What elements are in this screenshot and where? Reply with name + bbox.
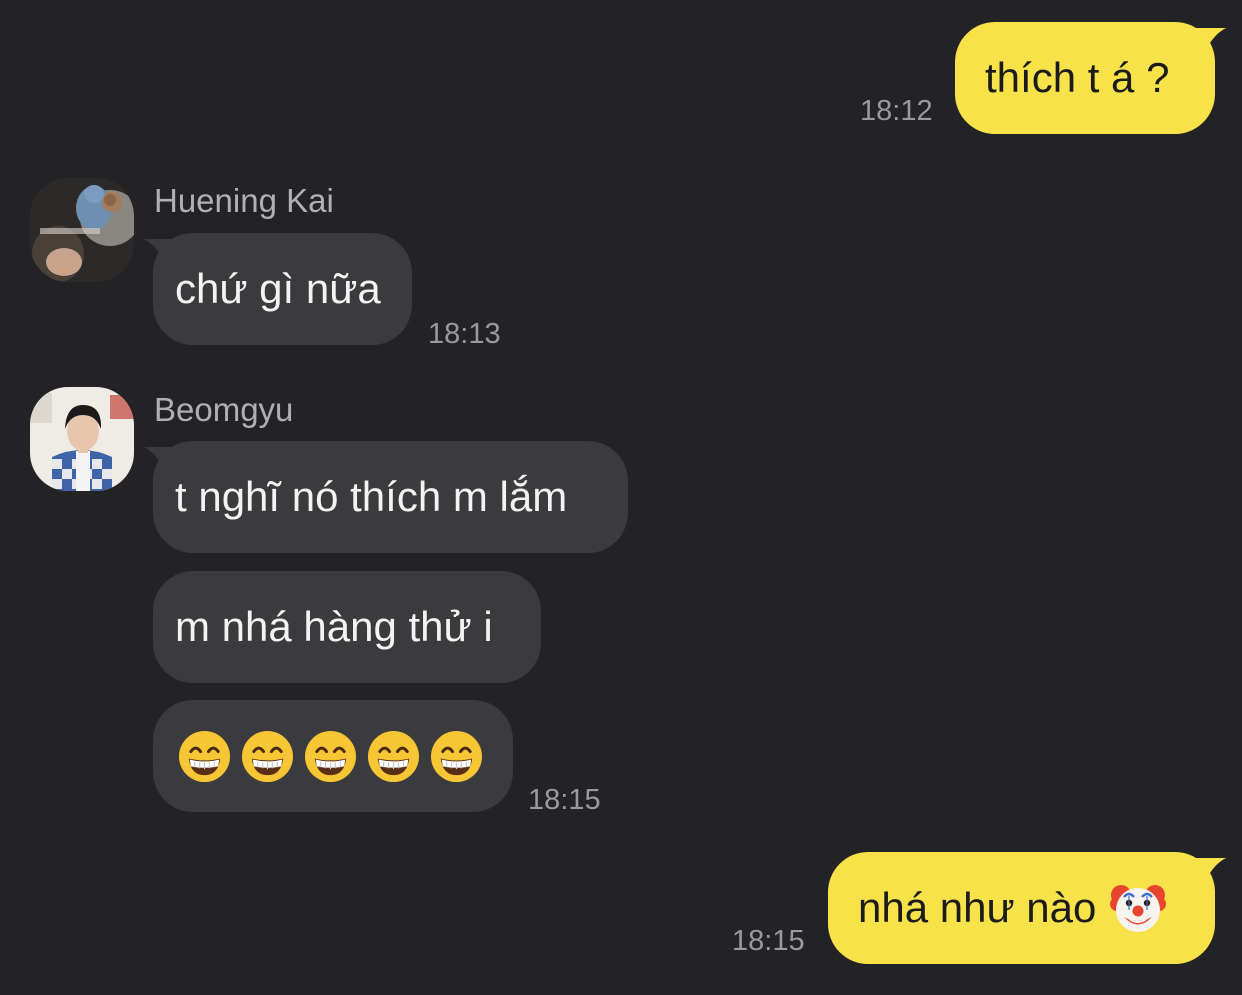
message-text: nhá như nào [858,884,1097,931]
grinning-face-with-smiling-eyes-icon [178,730,231,782]
grinning-face-with-smiling-eyes-icon [430,730,483,782]
outgoing-message-bubble[interactable]: thích t á ? [955,22,1215,134]
avatar-huening-kai[interactable] [30,178,134,282]
message-text: thích t á ? [985,54,1170,101]
bubble-tail [1196,28,1226,50]
grinning-face-with-smiling-eyes-icon [304,730,357,782]
emoji-row [178,730,483,783]
message-timestamp: 18:12 [860,95,933,127]
message-timestamp: 18:15 [528,784,601,816]
outgoing-message-bubble[interactable]: nhá như nào [828,852,1215,964]
avatar-beomgyu[interactable] [30,387,134,491]
bubble-tail [144,447,174,469]
incoming-message-bubble[interactable]: chứ gì nữa [153,233,412,345]
sender-name: Huening Kai [154,182,334,219]
grinning-face-with-smiling-eyes-icon [241,730,294,782]
clown-face-icon [1110,885,1167,932]
incoming-message-bubble[interactable]: m nhá hàng thử i [153,571,541,683]
incoming-message-bubble[interactable] [153,700,513,812]
message-text: m nhá hàng thử i [175,603,493,650]
sender-name: Beomgyu [154,391,294,428]
message-timestamp: 18:13 [428,318,501,350]
incoming-message-bubble[interactable]: t nghĩ nó thích m lắm [153,441,628,553]
message-text: t nghĩ nó thích m lắm [175,473,568,520]
bubble-tail [144,239,174,261]
message-timestamp: 18:15 [732,925,805,957]
bubble-tail [1196,858,1226,880]
message-text: chứ gì nữa [175,265,381,312]
grinning-face-with-smiling-eyes-icon [367,730,420,782]
chat-thread: 18:12 thích t á ? Huening Kai chứ gì nữa… [0,0,1242,995]
